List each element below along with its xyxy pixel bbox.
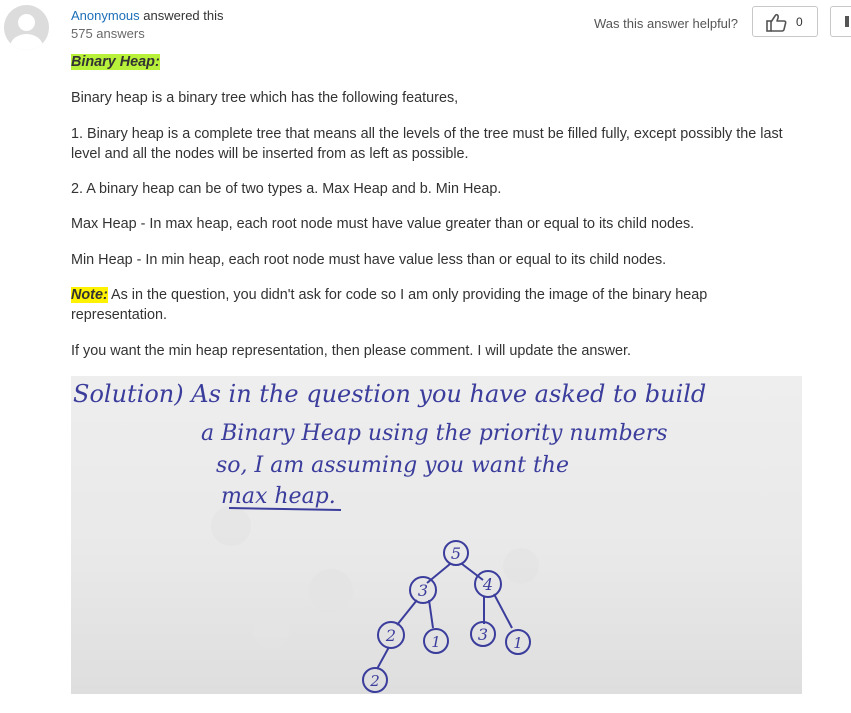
thumbs-down-icon bbox=[845, 16, 849, 27]
dislike-button[interactable] bbox=[830, 6, 851, 37]
heap-node-label: 3 bbox=[478, 625, 488, 644]
note-text: As in the question, you didn't ask for c… bbox=[71, 287, 708, 323]
heap-node-6: 3 bbox=[470, 621, 496, 647]
min-heap-definition: Min Heap - In min heap, each root node m… bbox=[71, 252, 667, 268]
heap-node-label: 4 bbox=[482, 575, 493, 594]
answer-note: Note: As in the question, you didn't ask… bbox=[71, 285, 791, 325]
heap-node-label: 5 bbox=[451, 544, 461, 563]
answers-count: 575 answers bbox=[71, 26, 145, 41]
like-button[interactable]: 0 bbox=[752, 6, 818, 37]
heap-node-label: 1 bbox=[431, 633, 441, 651]
handwriting-line-1: Solution) As in the question you have as… bbox=[73, 380, 706, 408]
heap-node-7: 1 bbox=[505, 629, 531, 655]
max-heap-definition: Max Heap - In max heap, each root node m… bbox=[71, 216, 695, 232]
heap-node-5: 1 bbox=[423, 628, 449, 654]
answer-meta: Anonymous answered this 575 answers bbox=[71, 7, 224, 43]
answered-label: answered this bbox=[143, 8, 224, 23]
handwritten-sketch: Solution) As in the question you have as… bbox=[73, 380, 706, 693]
like-count: 0 bbox=[796, 15, 803, 29]
heap-node-1: 5 bbox=[443, 540, 469, 566]
handwriting-line-3: so, I am assuming you want the bbox=[216, 453, 569, 478]
answer-heading: Binary Heap: bbox=[71, 54, 160, 70]
user-avatar-icon[interactable] bbox=[4, 5, 49, 50]
helpful-question: Was this answer helpful? bbox=[594, 16, 739, 31]
heap-node-2: 3 bbox=[409, 576, 437, 604]
heap-node-label: 2 bbox=[369, 672, 380, 690]
heap-node-label: 1 bbox=[513, 634, 523, 652]
answer-point-1: 1. Binary heap is a complete tree that m… bbox=[71, 126, 783, 162]
handwriting-line-4: max heap. bbox=[221, 484, 336, 509]
handwritten-solution-image: Solution) As in the question you have as… bbox=[71, 376, 802, 694]
handwriting-line-2: a Binary Heap using the priority numbers bbox=[201, 421, 668, 446]
answer-point-2: 2. A binary heap can be of two types a. … bbox=[71, 181, 502, 197]
heap-node-label: 3 bbox=[418, 581, 428, 600]
heap-node-8: 2 bbox=[362, 667, 388, 693]
answer-closing: If you want the min heap representation,… bbox=[71, 343, 631, 359]
avatar-body-shape bbox=[10, 34, 43, 50]
avatar-head-shape bbox=[18, 14, 35, 31]
author-link[interactable]: Anonymous bbox=[71, 8, 140, 23]
note-label: Note: bbox=[71, 287, 108, 303]
answer-intro: Binary heap is a binary tree which has t… bbox=[71, 90, 459, 106]
thumbs-up-icon bbox=[766, 13, 787, 32]
heap-node-label: 2 bbox=[385, 626, 396, 645]
answer-heading-line: Binary Heap: bbox=[71, 52, 791, 72]
heap-node-3: 4 bbox=[474, 570, 502, 598]
heap-node-4: 2 bbox=[377, 621, 405, 649]
